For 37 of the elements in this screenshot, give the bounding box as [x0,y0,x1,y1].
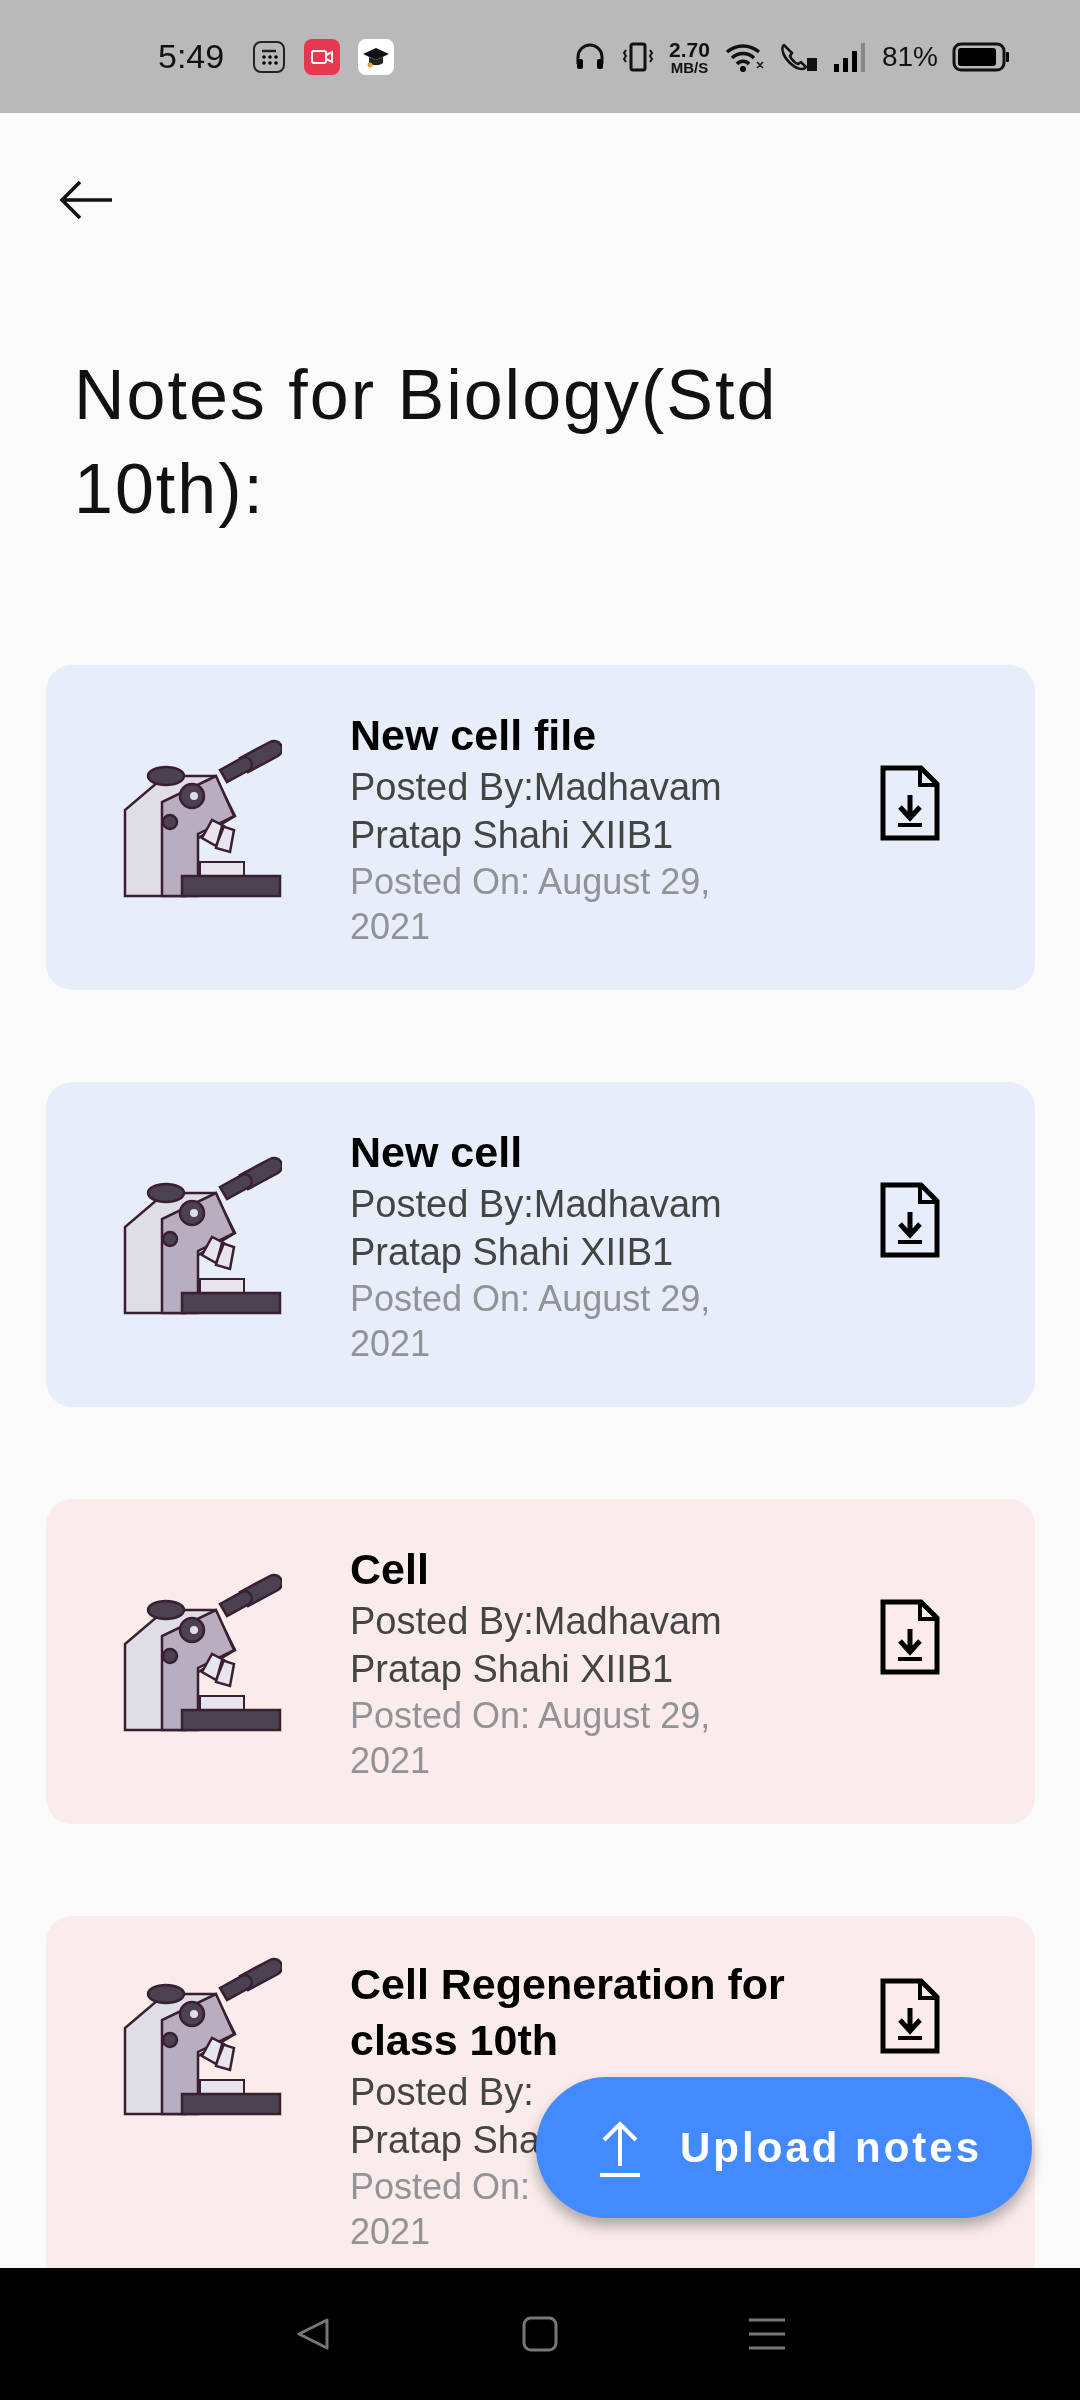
posted-on-text: Posted On: [350,2165,531,2209]
posted-by-text: Posted By:Madhavam [350,764,722,810]
posted-by-text: Pratap Shahi XIIB1 [350,1229,674,1275]
file-download-icon[interactable] [880,1978,940,2054]
network-speed: 2.70 [669,38,710,60]
screen-record-icon [304,38,341,75]
posted-by-text: Pratap Shahi XIIB1 [350,812,674,858]
note-title: Cell Regeneration for class 10th [350,1959,786,2066]
file-download-icon[interactable] [880,764,940,841]
posted-on-text: 2021 [350,2210,431,2254]
calculator-icon [252,39,287,74]
posted-on-text: 2021 [350,904,431,949]
posted-on-text: Posted On: August 29, [350,859,711,904]
graduation-cap-icon [358,38,395,75]
note-title: New cell [350,1126,523,1178]
battery-level: 81% [881,40,938,73]
posted-on-text: 2021 [350,1738,431,1783]
page-title: Notes for Biology(Std 10th): [74,355,779,530]
note-title: New cell file [350,709,597,761]
note-card[interactable]: New cell Posted By:Madhavam Pratap Shahi XIIB1 Posted On: August 29, 2021 [46,1082,1035,1407]
posted-on-text: Posted On: August 29, [350,1276,711,1321]
posted-by-text: Posted By: [350,2070,534,2115]
posted-on-text: Posted On: August 29, [350,1693,711,1738]
note-card[interactable]: Cell Posted By:Madhavam Pratap Shahi XIIB1 Posted On: August 29, 2021 [46,1499,1035,1824]
speed-unit: MB/S [670,59,709,75]
note-title: Cell [350,1543,429,1595]
battery-icon [952,41,1010,72]
posted-by-text: Posted By:Madhavam [350,1181,722,1227]
clock-time: 5:49 [158,37,225,76]
posted-on-text: 2021 [350,1321,431,1366]
posted-by-text: Posted By:Madhavam [350,1598,722,1644]
back-arrow-icon[interactable] [58,180,114,220]
note-card[interactable]: New cell file Posted By:Madhavam Pratap Shahi XIIB1 Posted On: August 29, 2021 [46,665,1035,990]
file-download-icon[interactable] [880,1598,940,1675]
file-download-icon[interactable] [880,1181,940,1258]
posted-by-text: Pratap Shahi XIIB1 [350,1646,674,1692]
home-nav-icon[interactable] [520,2314,560,2354]
